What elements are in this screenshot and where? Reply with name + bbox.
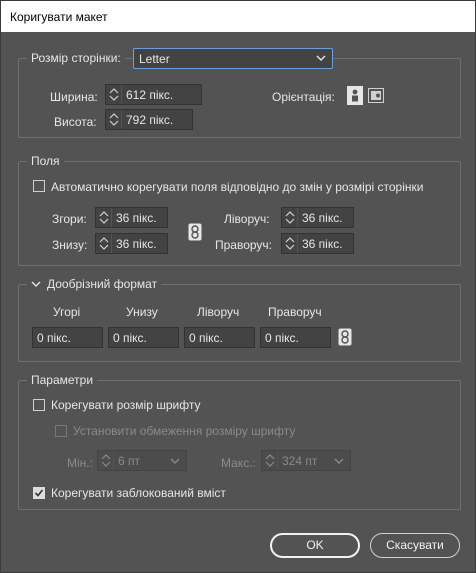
bleed-right-value: 0 пікс. [265,331,299,345]
page-size-label: Розмір сторінки: [27,51,125,65]
adjust-locked-content-checkbox[interactable] [33,487,45,499]
margins-label: Поля [27,154,64,168]
margin-top-field[interactable]: 36 пікс. [95,207,168,228]
margin-right-stepper[interactable] [282,234,298,253]
ok-button[interactable]: OK [270,533,360,558]
margin-top-label: Згори: [52,212,87,226]
bleed-bottom-field[interactable]: 0 пікс. [108,327,179,348]
adjust-layout-dialog: Коригувати макет Розмір сторінки: Letter… [0,0,476,573]
height-label: Висота: [54,115,97,129]
bleed-bottom-value: 0 пікс. [113,331,147,345]
margin-right-label: Праворуч: [215,238,273,252]
width-field[interactable]: 612 пікс. [105,84,202,105]
landscape-orientation-icon[interactable] [368,88,384,106]
bleed-left-value: 0 пікс. [189,331,223,345]
chevron-down-icon [170,458,180,464]
cancel-button[interactable]: Скасувати [370,533,460,558]
margin-bottom-value: 36 пікс. [116,237,157,251]
chevron-down-icon [31,281,41,287]
margin-top-stepper[interactable] [96,208,112,227]
portrait-orientation-icon[interactable] [347,86,363,108]
link-bleed-icon[interactable] [338,328,352,349]
bleed-group [18,284,461,362]
width-value: 612 пікс. [126,88,174,102]
min-font-value: 6 пт [118,454,141,468]
auto-adjust-margins-label: Автоматично корегувати поля відповідно д… [51,180,424,194]
bleed-top-value: 0 пікс. [37,331,71,345]
max-font-label: Макс.: [221,456,256,470]
margin-right-field[interactable]: 36 пікс. [281,233,354,254]
stepper-icon [99,237,109,250]
min-font-field[interactable]: 6 пт [97,450,187,471]
margin-bottom-label: Знизу: [52,238,88,252]
margin-top-value: 36 пікс. [116,211,157,225]
stepper-icon [109,88,119,101]
bleed-right-label: Праворуч [268,305,322,319]
stepper-icon [109,113,119,126]
height-field[interactable]: 792 пікс. [105,109,193,130]
stepper-icon [285,211,295,224]
bleed-label: Дообрізний формат [47,277,158,291]
margin-right-value: 36 пікс. [302,237,343,251]
adjust-font-size-label: Корегувати розмір шрифту [51,398,201,412]
link-margins-icon[interactable] [188,223,202,244]
margin-left-label: Ліворуч: [224,212,270,226]
margin-left-value: 36 пікс. [302,211,343,225]
set-font-limits-label: Установити обмеження розміру шрифту [73,424,296,438]
stepper-icon [101,454,111,467]
bleed-left-label: Ліворуч [197,305,240,319]
orientation-label: Орієнтація: [272,90,335,104]
max-font-field[interactable]: 324 пт [261,450,351,471]
margin-bottom-stepper[interactable] [96,234,112,253]
margin-left-stepper[interactable] [282,208,298,227]
chevron-down-icon [334,458,344,464]
stepper-icon [265,454,275,467]
bleed-header[interactable]: Дообрізний формат [27,277,162,291]
min-font-label: Мін.: [67,456,93,470]
max-font-value: 324 пт [282,454,318,468]
margin-left-field[interactable]: 36 пікс. [281,207,354,228]
set-font-limits-checkbox[interactable] [55,425,67,437]
margin-bottom-field[interactable]: 36 пікс. [95,233,168,254]
page-size-select[interactable]: Letter [133,48,333,69]
title-bar: Коригувати макет [1,1,475,32]
checkmark-icon [34,489,44,497]
adjust-font-size-checkbox[interactable] [33,399,45,411]
width-stepper[interactable] [106,85,122,104]
height-value: 792 пікс. [126,113,174,127]
page-size-select-value: Letter [139,52,170,66]
bleed-top-field[interactable]: 0 пікс. [32,327,103,348]
height-stepper[interactable] [106,110,122,129]
dialog-title: Коригувати макет [10,10,108,24]
bleed-left-field[interactable]: 0 пікс. [184,327,255,348]
bleed-right-field[interactable]: 0 пікс. [260,327,331,348]
chevron-down-icon [316,55,326,61]
bleed-bottom-label: Унизу [126,305,158,319]
bleed-top-label: Угорі [53,305,81,319]
stepper-icon [285,237,295,250]
width-label: Ширина: [50,90,98,104]
auto-adjust-margins-checkbox[interactable] [33,180,45,192]
stepper-icon [99,211,109,224]
options-label: Параметри [27,373,98,387]
adjust-locked-content-label: Корегувати заблокований вміст [51,486,226,500]
min-font-stepper[interactable] [98,451,114,470]
max-font-stepper[interactable] [262,451,278,470]
